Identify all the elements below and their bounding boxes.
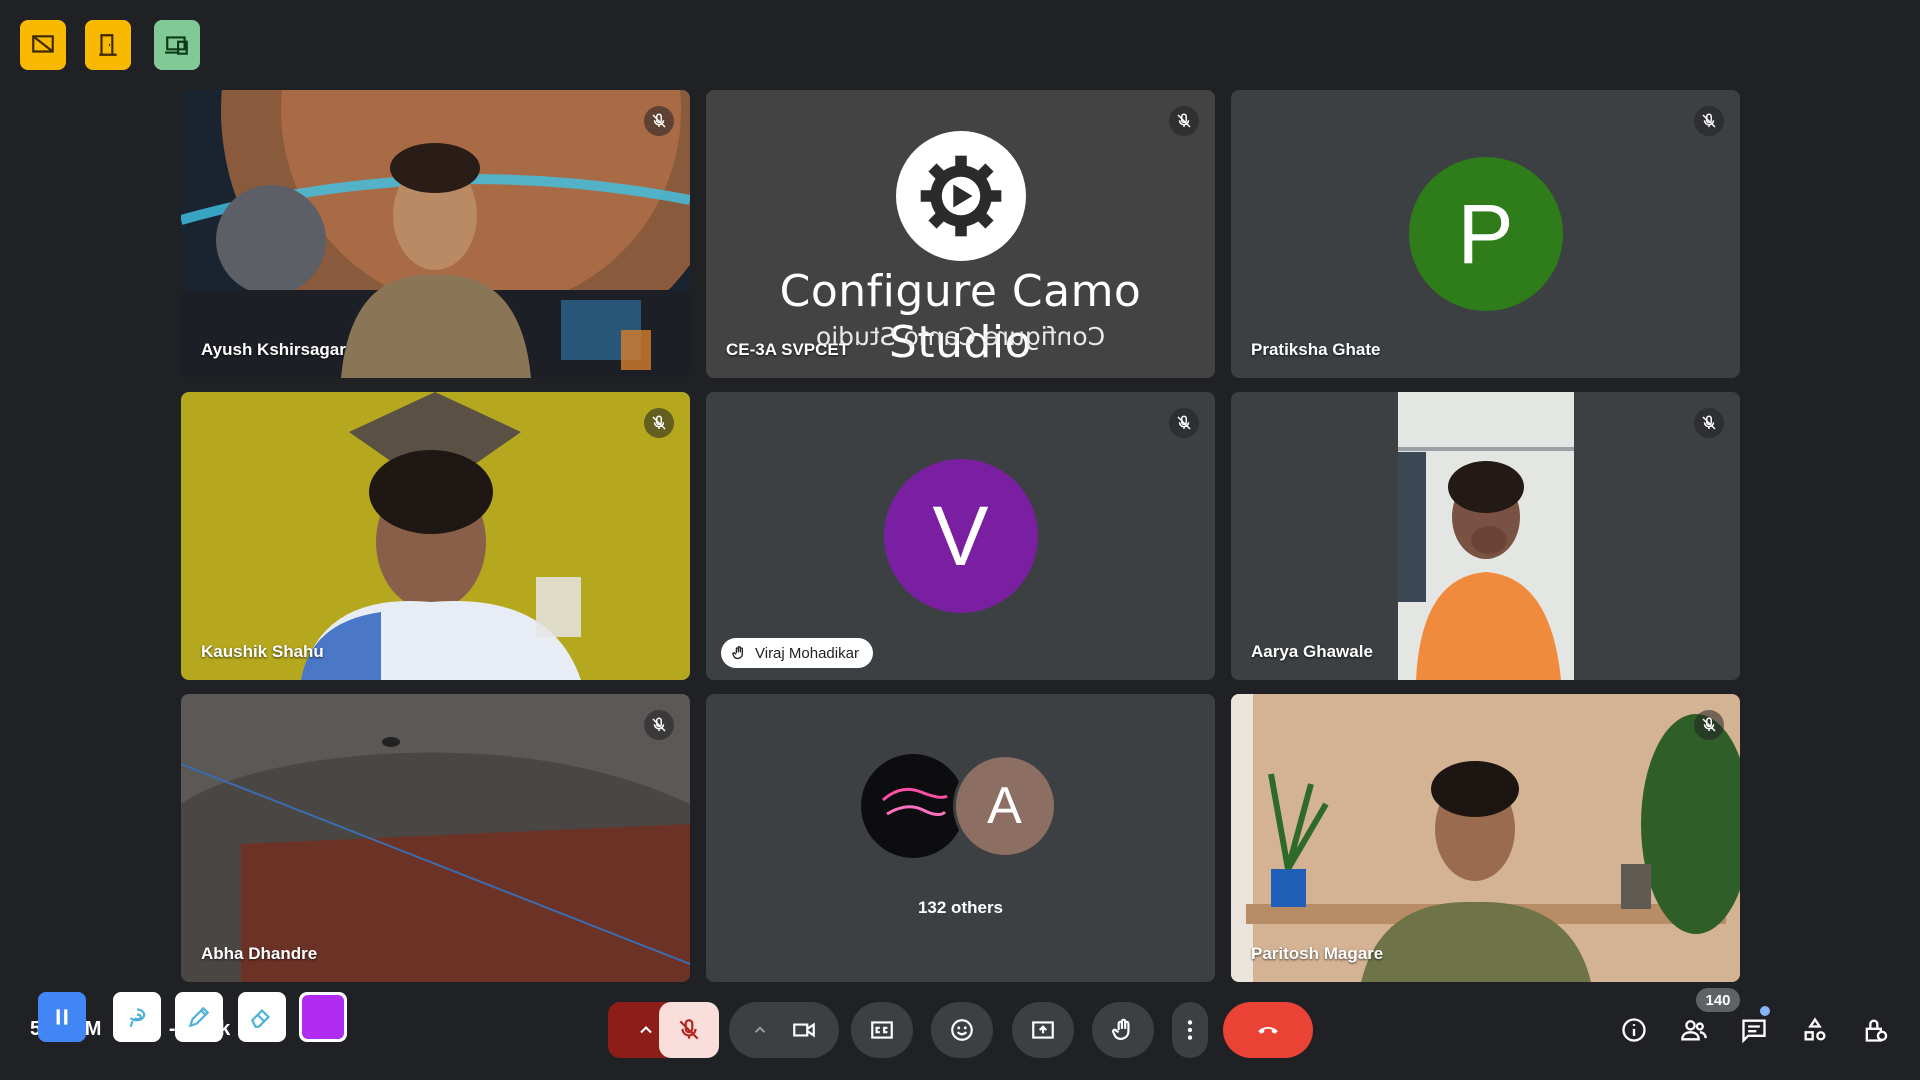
microphone-toggle-button[interactable] [659, 1002, 719, 1058]
mic-off-icon [1702, 113, 1716, 128]
participant-grid: Ayush Kshirsagar Configure Camo Studio C… [181, 90, 1741, 982]
video-feed [181, 392, 690, 680]
avatar: V [883, 459, 1038, 613]
participant-name: Pratiksha Ghate [1251, 340, 1381, 359]
participant-tile[interactable]: Aarya Ghawale [1231, 392, 1740, 680]
pen-tool-button[interactable] [175, 992, 223, 1042]
mic-off-icon [1177, 415, 1191, 430]
eraser-tool-button[interactable] [238, 992, 286, 1042]
participant-name: Viraj Mohadikar [755, 644, 859, 662]
gear-icon [920, 155, 1001, 237]
raised-hand-chip: Viraj Mohadikar [721, 638, 873, 668]
participant-name: CE-3A SVPCET [726, 340, 850, 359]
mic-off-icon [1702, 717, 1716, 732]
microphone-off-icon [679, 1019, 699, 1040]
mic-off-indicator [644, 106, 674, 136]
mic-off-indicator [1169, 106, 1199, 136]
raise-hand-button[interactable] [1092, 1002, 1154, 1058]
captions-button[interactable] [851, 1002, 913, 1058]
host-controls-icon [1865, 1019, 1888, 1042]
camera-icon [793, 1022, 815, 1038]
exit-door-button[interactable] [85, 20, 131, 70]
people-icon [1681, 1020, 1707, 1041]
mic-off-icon [1177, 113, 1191, 128]
captions-icon [871, 1021, 893, 1039]
participant-name: Abha Dhandre [201, 944, 318, 963]
more-options-button[interactable] [1172, 1002, 1208, 1058]
mic-off-icon [652, 113, 666, 128]
lasso-icon [129, 1008, 146, 1028]
end-call-icon [1258, 1027, 1278, 1034]
neon-avatar-image [881, 787, 948, 817]
participant-tile[interactable]: Ayush Kshirsagar [181, 90, 690, 378]
chat-icon [1742, 1019, 1766, 1044]
mic-off-indicator [644, 408, 674, 438]
chat-button[interactable] [1734, 1010, 1774, 1050]
avatar: A [952, 754, 1057, 858]
participant-tile[interactable]: Kaushik Shahu [181, 392, 690, 680]
emoji-icon [951, 1019, 973, 1041]
mic-off-icon [652, 717, 666, 732]
leave-call-button[interactable] [1223, 1002, 1313, 1058]
mic-off-icon [1702, 415, 1716, 430]
mic-off-indicator [1694, 710, 1724, 740]
participant-tile[interactable]: Abha Dhandre [181, 694, 690, 982]
participant-tile[interactable]: P Pratiksha Ghate [1231, 90, 1740, 378]
others-avatars: A [860, 754, 1061, 858]
color-swatch-button[interactable] [299, 992, 347, 1042]
color-swatch [302, 995, 344, 1039]
participant-name: Aarya Ghawale [1251, 642, 1373, 661]
present-screen-icon [1032, 1021, 1054, 1039]
hide-tiles-icon [32, 35, 54, 53]
participant-tile[interactable]: Configure Camo Studio Configure Camo Stu… [706, 90, 1215, 378]
camo-logo [895, 131, 1026, 261]
mic-off-indicator [1694, 408, 1724, 438]
participant-name: Paritosh Magare [1251, 944, 1384, 963]
info-icon [1622, 1018, 1646, 1042]
activities-icon [1804, 1017, 1826, 1041]
participant-tile[interactable]: V Viraj Mohadikar [706, 392, 1215, 680]
video-feed [1231, 392, 1740, 680]
raise-hand-icon [1111, 1018, 1130, 1040]
meeting-info-button[interactable] [1614, 1010, 1654, 1050]
mic-off-indicator [1694, 106, 1724, 136]
participant-count-badge: 140 [1696, 988, 1740, 1012]
pause-annotation-button[interactable] [38, 992, 86, 1042]
pen-icon [188, 1006, 210, 1028]
chevron-up-icon [640, 1026, 652, 1034]
others-count-label: 132 others [917, 898, 1004, 917]
devices-button[interactable] [154, 20, 200, 70]
video-feed [181, 694, 690, 982]
chevron-up-icon [754, 1026, 766, 1033]
hide-tiles-button[interactable] [20, 20, 66, 70]
exit-door-icon [99, 34, 117, 56]
pause-icon [56, 1009, 68, 1025]
emoji-reaction-button[interactable] [931, 1002, 993, 1058]
lasso-tool-button[interactable] [113, 992, 161, 1042]
video-feed [181, 90, 690, 378]
devices-icon [165, 36, 188, 55]
more-vert-icon [1187, 1020, 1193, 1040]
participant-name: Ayush Kshirsagar [201, 340, 346, 359]
others-tile[interactable]: A 132 others [706, 694, 1215, 982]
new-message-dot [1760, 1006, 1770, 1016]
avatar [860, 754, 965, 858]
mic-off-icon [652, 415, 666, 430]
mic-off-indicator [1169, 408, 1199, 438]
meeting-code-partial: M [84, 1018, 102, 1040]
raised-hand-icon [732, 646, 743, 660]
host-controls-button[interactable] [1855, 1010, 1895, 1050]
people-button[interactable] [1674, 1010, 1714, 1050]
participant-tile[interactable]: Paritosh Magare [1231, 694, 1740, 982]
mic-off-indicator [644, 710, 674, 740]
activities-button[interactable] [1795, 1010, 1835, 1050]
eraser-icon [250, 1008, 271, 1028]
present-screen-button[interactable] [1012, 1002, 1074, 1058]
avatar: P [1408, 157, 1563, 311]
participant-name: Kaushik Shahu [201, 642, 324, 661]
video-feed [1231, 694, 1740, 982]
camera-options-button[interactable] [729, 1002, 839, 1058]
